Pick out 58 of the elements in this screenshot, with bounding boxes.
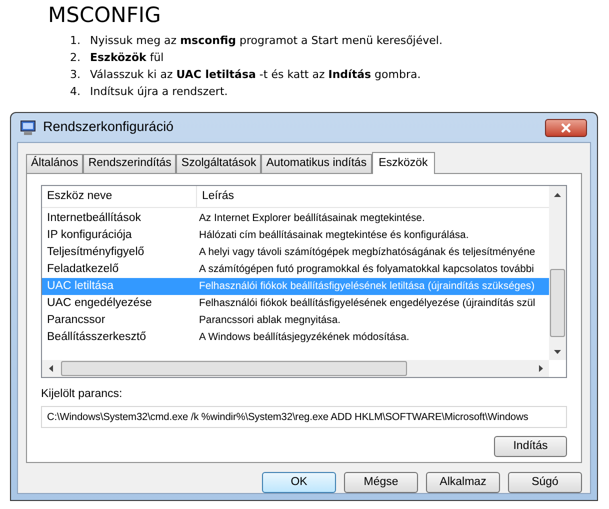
tool-description: Parancssori ablak megnyitása. xyxy=(198,314,342,328)
scroll-thumb[interactable] xyxy=(61,361,407,376)
list-row[interactable]: Feladatkezelő A számítógépen futó programokkal és folyamatokkal kapcsolatos további xyxy=(42,261,549,278)
tool-name: UAC letiltása xyxy=(46,278,114,294)
tool-name: Internetbeállítások xyxy=(46,210,142,226)
tool-description: A számítógépen futó programokkal és folyamatokkal kapcsolatos további xyxy=(198,262,535,277)
list-row[interactable]: IP konfigurációja Hálózati cím beállításainak megtekintése és konfigurálása. xyxy=(42,227,549,244)
step-text: Nyissuk meg az msconfig programot a Start menü keresőjével. xyxy=(90,33,442,49)
tab[interactable]: Eszközök xyxy=(372,152,435,174)
scroll-thumb[interactable] xyxy=(550,269,565,337)
step-text: Indítsuk újra a rendszert. xyxy=(90,84,228,100)
dialog-button[interactable]: Mégse xyxy=(344,472,418,493)
tool-description: A Windows beállításjegyzékének módosítása. xyxy=(198,330,410,345)
list-row[interactable]: Internetbeállítások Az Internet Explorer beállításainak megtekintése. xyxy=(42,210,549,227)
window-title: Rendszerkonfiguráció xyxy=(43,118,174,136)
column-header[interactable]: Eszköz neve xyxy=(42,186,197,207)
command-field[interactable]: C:\Windows\System32\cmd.exe /k %windir%\System32\reg.exe ADD HKLM\SOFTWARE\Microsoft\Windows xyxy=(41,406,567,428)
field-label: Kijelölt parancs: xyxy=(41,387,124,402)
tab[interactable]: Rendszerindítás xyxy=(83,154,176,173)
step-number: 1. xyxy=(70,33,82,49)
tab[interactable]: Általános xyxy=(26,154,84,173)
step-text: Válasszuk ki az UAC letiltása -t és katt az Indítás gombra. xyxy=(90,67,421,83)
list-row[interactable]: UAC engedélyezése Felhasználói fiókok beállításfigyelésének engedélyezése (újraindítás szül xyxy=(42,295,549,312)
horizontal-scrollbar[interactable] xyxy=(42,360,549,377)
computer-icon xyxy=(19,118,37,136)
tool-name: Feladatkezelő xyxy=(46,262,120,277)
page-heading: MSCONFIG xyxy=(48,2,161,28)
step-text: Eszközök fül xyxy=(90,50,164,66)
close-button[interactable] xyxy=(545,118,587,136)
tool-description: A helyi vagy távoli számítógépek megbízhatóságának és teljesítményéne xyxy=(198,246,536,260)
tool-name: Teljesítményfigyelő xyxy=(46,244,146,260)
step-number: 4. xyxy=(70,84,82,100)
list-row[interactable]: Beállításszerkesztő A Windows beállításjegyzékének módosítása. xyxy=(42,329,549,346)
tool-name: IP konfigurációja xyxy=(46,228,133,243)
step-number: 2. xyxy=(70,50,82,66)
tab[interactable]: Automatikus indítás xyxy=(261,154,372,173)
list-row[interactable]: Teljesítményfigyelő A helyi vagy távoli számítógépek megbízhatóságának és teljesítményéne xyxy=(42,244,549,261)
vertical-scrollbar[interactable] xyxy=(549,186,566,360)
tool-name: UAC engedélyezése xyxy=(46,296,153,311)
scroll-left-icon xyxy=(48,365,52,372)
step-number: 3. xyxy=(70,67,82,83)
scroll-down-icon xyxy=(554,350,561,354)
tab[interactable]: Szolgáltatások xyxy=(176,154,262,173)
tool-name: Parancssor xyxy=(46,312,106,328)
launch-button[interactable]: Indítás xyxy=(494,436,567,458)
tool-description: Hálózati cím beállításainak megtekintése és konfigurálása. xyxy=(198,228,470,243)
column-header[interactable]: Leírás xyxy=(197,186,549,207)
scroll-right-icon xyxy=(538,365,542,372)
tool-description: Felhasználói fiókok beállításfigyelésének engedélyezése (újraindítás szül xyxy=(198,296,536,311)
dialog-button[interactable]: OK xyxy=(262,472,336,493)
scroll-up-icon xyxy=(554,192,561,196)
tool-name: Beállításszerkesztő xyxy=(46,330,148,345)
tool-description: Az Internet Explorer beállításainak megtekintése. xyxy=(198,212,426,226)
close-icon xyxy=(561,122,571,132)
dialog-button[interactable]: Alkalmaz xyxy=(426,472,500,493)
tool-description: Felhasználói fiókok beállításfigyelésének letiltása (újraindítás szükséges) xyxy=(198,280,536,294)
dialog-button[interactable]: Súgó xyxy=(508,472,582,493)
list-row[interactable]: Parancssor Parancssori ablak megnyitása. xyxy=(42,312,549,329)
